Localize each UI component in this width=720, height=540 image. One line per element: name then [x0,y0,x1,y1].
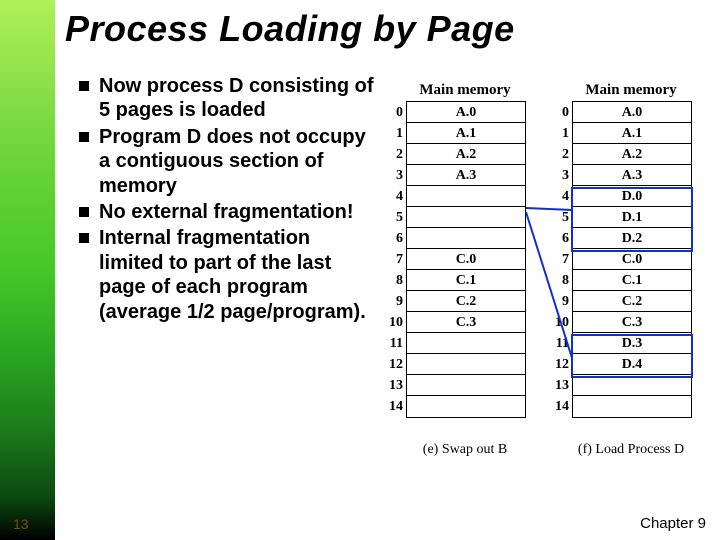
memory-frame: C.2 [573,291,691,312]
memory-frame: A.2 [407,144,525,165]
memory-frame: C.1 [573,270,691,291]
memory-frame [573,396,691,417]
page-title: Process Loading by Page [65,8,515,50]
memory-frame: D.2 [573,228,691,249]
frame-index: 5 [383,207,403,228]
memory-header: Main memory [548,82,714,99]
bullet-region: Now process D consisting of 5 pages is l… [77,74,377,326]
frame-index: 8 [549,270,569,291]
decorative-gradient [0,0,55,540]
frame-index: 14 [383,396,403,417]
frame-index: 10 [383,312,403,333]
memory-frame: A.2 [573,144,691,165]
frame-index: 13 [383,375,403,396]
memory-frame [407,396,525,417]
frame-index: 0 [549,102,569,123]
memory-frame: A.0 [573,102,691,123]
frame-index: 9 [549,291,569,312]
memory-frame: C.2 [407,291,525,312]
frame-index: 14 [549,396,569,417]
frame-index: 12 [383,354,403,375]
frame-index: 12 [549,354,569,375]
memory-frame: D.0 [573,186,691,207]
chapter-label: Chapter 9 [640,515,706,532]
frame-index: 7 [383,249,403,270]
page-number: 13 [13,516,29,532]
memory-frame [573,375,691,396]
memory-frame: A.1 [573,123,691,144]
frame-index: 3 [383,165,403,186]
memory-frame: C.3 [573,312,691,333]
frame-index: 2 [549,144,569,165]
bullet-item: Internal fragmentation limited to part o… [77,226,377,324]
memory-frame: D.4 [573,354,691,375]
frame-index: 11 [383,333,403,354]
frame-index: 10 [549,312,569,333]
frame-index: 7 [549,249,569,270]
frame-index: 8 [383,270,403,291]
bullet-item: Program D does not occupy a contiguous s… [77,125,377,198]
memory-frame [407,186,525,207]
memory-frame [407,207,525,228]
frame-index: 9 [383,291,403,312]
memory-frame: C.1 [407,270,525,291]
memory-frame: C.3 [407,312,525,333]
memory-frame [407,375,525,396]
frame-index: 3 [549,165,569,186]
frame-index: 11 [549,333,569,354]
bullet-item: No external fragmentation! [77,200,377,224]
caption-after: (f) Load Process D [548,442,714,458]
frame-index: 1 [549,123,569,144]
memory-figure: Main memory 0A.01A.12A.23A.34567C.08C.19… [382,82,714,458]
memory-frame: D.3 [573,333,691,354]
frame-index: 5 [549,207,569,228]
caption-before: (e) Swap out B [382,442,548,458]
frame-index: 0 [383,102,403,123]
frame-index: 2 [383,144,403,165]
bullet-item: Now process D consisting of 5 pages is l… [77,74,377,123]
memory-frame: A.0 [407,102,525,123]
frame-index: 6 [383,228,403,249]
memory-frame: A.3 [573,165,691,186]
memory-frame: A.3 [407,165,525,186]
memory-column-before: Main memory 0A.01A.12A.23A.34567C.08C.19… [382,82,548,418]
memory-frame [407,354,525,375]
memory-header: Main memory [382,82,548,99]
frame-index: 6 [549,228,569,249]
memory-frame: C.0 [407,249,525,270]
memory-column-after: Main memory 0A.01A.12A.23A.34D.05D.16D.2… [548,82,714,418]
frame-index: 13 [549,375,569,396]
memory-frame [407,228,525,249]
slide-body: Process Loading by Page Now process D co… [55,0,720,540]
frame-index: 4 [549,186,569,207]
memory-frame: A.1 [407,123,525,144]
memory-frame [407,333,525,354]
memory-frame: C.0 [573,249,691,270]
memory-frame: D.1 [573,207,691,228]
frame-index: 1 [383,123,403,144]
frame-index: 4 [383,186,403,207]
